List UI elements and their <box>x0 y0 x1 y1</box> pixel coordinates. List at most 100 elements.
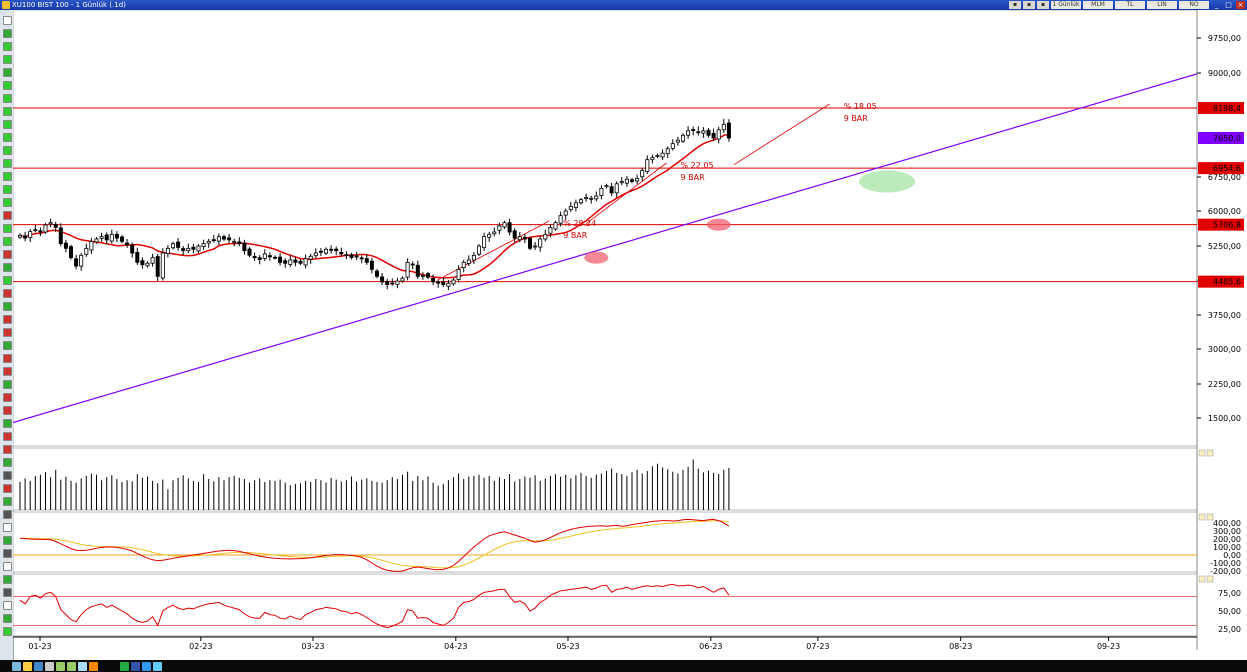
candle-body <box>74 258 79 267</box>
text-icon[interactable] <box>3 406 12 415</box>
zoom-icon[interactable] <box>3 575 12 584</box>
pencil-icon[interactable] <box>3 68 12 77</box>
candle-body <box>670 143 675 149</box>
channel-icon[interactable] <box>3 315 12 324</box>
pointer-icon[interactable] <box>3 42 12 51</box>
candle-body <box>33 229 38 232</box>
pane-close-icon <box>1206 449 1214 457</box>
toolbar-button-tl[interactable]: TL <box>1115 1 1145 9</box>
candle-body <box>140 260 145 266</box>
pencil-icon[interactable] <box>3 107 12 116</box>
candle-body <box>609 186 614 194</box>
candle-body <box>150 257 155 264</box>
eraser-icon[interactable] <box>3 497 12 506</box>
highlight-ellipse-red <box>706 218 731 231</box>
eraser-icon[interactable] <box>3 484 12 493</box>
close-icon[interactable]: × <box>1236 1 1245 9</box>
candle-body <box>400 277 405 282</box>
time-tick-label: 01-23 <box>28 642 51 651</box>
trendline-icon[interactable] <box>3 120 12 129</box>
pointer-icon[interactable] <box>3 29 12 38</box>
candle-body <box>84 247 89 255</box>
chart-area[interactable]: 9750,009000,006750,006000,005250,004500,… <box>13 10 1247 660</box>
toolbar-button-no[interactable]: NO <box>1179 1 1209 9</box>
arrow-icon[interactable] <box>3 445 12 454</box>
candle-body <box>594 195 599 200</box>
candle-body <box>645 159 650 172</box>
fibonacci-icon[interactable] <box>3 341 12 350</box>
candle-body <box>507 222 512 233</box>
vertical-line-icon[interactable] <box>3 263 12 272</box>
toolbar-small-button-1[interactable]: ▪ <box>1009 1 1021 9</box>
vertical-line-icon[interactable] <box>3 237 12 246</box>
facebook-icon[interactable] <box>131 662 140 671</box>
candle-body <box>216 236 221 242</box>
pointer-icon[interactable] <box>3 55 12 64</box>
candle-body <box>369 260 374 270</box>
magnet-icon[interactable] <box>3 614 12 623</box>
text-icon[interactable] <box>3 393 12 402</box>
zoom-icon[interactable] <box>3 536 12 545</box>
horizontal-line-icon[interactable] <box>3 211 12 220</box>
time-tick-label: 03-23 <box>301 642 324 651</box>
twitter-icon[interactable] <box>142 662 151 671</box>
zoom-out-icon[interactable] <box>67 662 76 671</box>
excel-icon[interactable] <box>120 662 129 671</box>
time-tick-label: 08-23 <box>949 642 972 651</box>
toolbar-button-lin[interactable]: LIN <box>1147 1 1177 9</box>
candle-body <box>38 230 43 233</box>
text-icon[interactable] <box>3 419 12 428</box>
magnet-icon[interactable] <box>3 601 12 610</box>
print-icon[interactable] <box>45 662 54 671</box>
horizontal-line-icon[interactable] <box>3 198 12 207</box>
period-selector[interactable]: 1 Günlük <box>1051 1 1081 9</box>
channel-icon[interactable] <box>3 289 12 298</box>
magnify-icon[interactable] <box>78 662 87 671</box>
pencil-icon[interactable] <box>3 81 12 90</box>
arrow-icon[interactable] <box>3 432 12 441</box>
indicator-icon[interactable] <box>89 662 98 671</box>
new-chart-icon[interactable] <box>12 662 21 671</box>
candle-body <box>94 238 99 243</box>
candle-body <box>283 260 288 264</box>
toolbar-small-button-3[interactable]: ▪ <box>1037 1 1049 9</box>
pencil-icon[interactable] <box>3 94 12 103</box>
toolbar-small-button-2[interactable]: ▪ <box>1023 1 1035 9</box>
zoom-icon[interactable] <box>3 549 12 558</box>
toolbar-button-mlm[interactable]: MLM <box>1083 1 1113 9</box>
maximize-icon[interactable]: □ <box>1224 1 1233 9</box>
candle-body <box>482 236 487 249</box>
horizontal-line-icon[interactable] <box>3 172 12 181</box>
pointer-icon[interactable] <box>3 16 12 25</box>
zoom-in-icon[interactable] <box>56 662 65 671</box>
fibonacci-icon[interactable] <box>3 328 12 337</box>
fibonacci-icon[interactable] <box>3 354 12 363</box>
arrow-icon[interactable] <box>3 471 12 480</box>
arrow-icon[interactable] <box>3 458 12 467</box>
minimize-icon[interactable]: _ <box>1212 1 1221 9</box>
zoom-icon[interactable] <box>3 562 12 571</box>
channel-icon[interactable] <box>3 302 12 311</box>
magnet-icon[interactable] <box>3 627 12 636</box>
channel-icon[interactable] <box>3 276 12 285</box>
magnet-icon[interactable] <box>3 588 12 597</box>
candle-body <box>543 233 548 240</box>
trendline-icon[interactable] <box>3 133 12 142</box>
open-icon[interactable] <box>23 662 32 671</box>
text-icon[interactable] <box>3 380 12 389</box>
candle-body <box>711 132 716 139</box>
price-box-label: 4485,6 <box>1213 278 1241 287</box>
save-icon[interactable] <box>34 662 43 671</box>
candle-body <box>145 262 150 267</box>
trendline-icon[interactable] <box>3 159 12 168</box>
horizontal-line-icon[interactable] <box>3 185 12 194</box>
link-icon[interactable] <box>153 662 162 671</box>
candle-body <box>165 247 170 254</box>
rsi-tick-label: 75,00 <box>1218 589 1241 598</box>
vertical-line-icon[interactable] <box>3 224 12 233</box>
vertical-line-icon[interactable] <box>3 250 12 259</box>
fibonacci-icon[interactable] <box>3 367 12 376</box>
eraser-icon[interactable] <box>3 523 12 532</box>
trendline-icon[interactable] <box>3 146 12 155</box>
eraser-icon[interactable] <box>3 510 12 519</box>
